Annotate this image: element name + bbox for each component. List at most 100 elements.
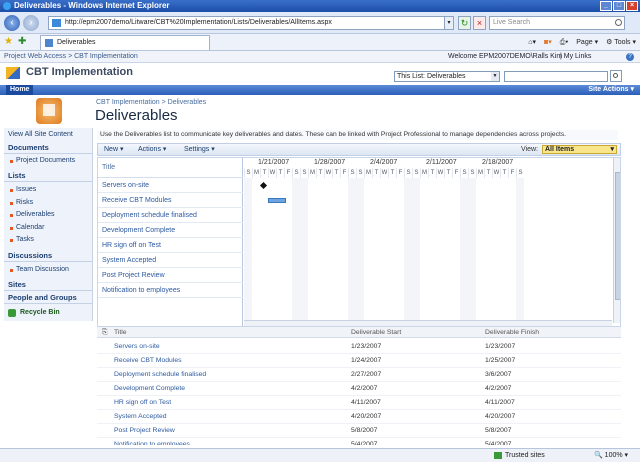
- page-menu-label: Page: [576, 39, 593, 46]
- table-row[interactable]: Post Project Review 5/8/2007 5/8/2007: [97, 424, 621, 438]
- nav-item-risks[interactable]: Risks: [8, 198, 33, 208]
- gantt-task-list: Title Servers on-site Receive CBT Modules…: [98, 158, 243, 326]
- favorites-star-icon[interactable]: ★: [4, 36, 13, 48]
- row-title[interactable]: Receive CBT Modules: [114, 354, 182, 368]
- tab-title: Deliverables: [57, 39, 96, 46]
- gantt-milestone[interactable]: [259, 181, 268, 190]
- table-row[interactable]: Notification to employees 5/4/2007 5/4/200…: [97, 438, 621, 445]
- actions-menu-label: Actions: [138, 146, 161, 153]
- url-dropdown-icon[interactable]: ▾: [444, 16, 454, 30]
- gantt-vertical-scrollbar[interactable]: [613, 158, 620, 323]
- gantt-title-header[interactable]: Title: [98, 158, 243, 178]
- gantt-day-label: F: [452, 168, 460, 178]
- search-scope-select[interactable]: This List: Deliverables ▼: [394, 71, 500, 82]
- column-title[interactable]: Title: [114, 327, 127, 338]
- table-row[interactable]: Servers on-site 1/23/2007 1/23/2007: [97, 340, 621, 354]
- status-bar: Trusted sites 🔍 100% ▾: [0, 448, 640, 462]
- table-row[interactable]: Receive CBT Modules 1/24/2007 1/25/2007: [97, 354, 621, 368]
- view-all-site-content-link[interactable]: View All Site Content: [4, 130, 93, 140]
- row-title[interactable]: HR sign off on Test: [114, 396, 171, 410]
- gantt-day-label: W: [324, 168, 332, 178]
- row-title[interactable]: Servers on-site: [114, 340, 160, 354]
- nav-item-team-discussion[interactable]: Team Discussion: [8, 265, 69, 275]
- site-title[interactable]: CBT Implementation: [26, 66, 133, 78]
- actions-menu[interactable]: Actions ▾: [138, 144, 166, 155]
- column-deliverable-finish[interactable]: Deliverable Finish: [485, 327, 539, 338]
- nav-item-deliverables[interactable]: Deliverables: [8, 210, 55, 220]
- gantt-row[interactable]: System Accepted: [98, 253, 243, 268]
- gantt-view: Title Servers on-site Receive CBT Modules…: [97, 157, 621, 327]
- window-controls: _ □ ×: [600, 1, 638, 11]
- global-breadcrumb[interactable]: Project Web Access > CBT Implementation: [4, 51, 138, 63]
- scrollbar-thumb[interactable]: [615, 172, 620, 300]
- recycle-bin-link[interactable]: Recycle Bin: [8, 307, 60, 319]
- feeds-icon[interactable]: ◙▾: [544, 37, 552, 48]
- gantt-row[interactable]: Post Project Review: [98, 268, 243, 283]
- row-title[interactable]: Deployment schedule finalised: [114, 368, 206, 382]
- row-title[interactable]: Notification to employees: [114, 438, 190, 445]
- table-row[interactable]: HR sign off on Test 4/11/2007 4/11/2007: [97, 396, 621, 410]
- search-icon: [613, 73, 618, 78]
- gantt-row[interactable]: Deployment schedule finalised: [98, 208, 243, 223]
- nav-item-tasks[interactable]: Tasks: [8, 235, 34, 245]
- gantt-row[interactable]: Servers on-site: [98, 178, 243, 193]
- minimize-button[interactable]: _: [600, 1, 612, 11]
- print-icon[interactable]: ⎙▾: [560, 37, 569, 48]
- help-icon[interactable]: ?: [626, 53, 634, 61]
- nav-item-project-documents[interactable]: Project Documents: [8, 156, 75, 166]
- gantt-horizontal-scrollbar[interactable]: [244, 320, 612, 326]
- site-search-button[interactable]: [610, 70, 622, 82]
- table-row[interactable]: Development Complete 4/2/2007 4/2/2007: [97, 382, 621, 396]
- back-button[interactable]: ‹: [4, 15, 20, 31]
- column-deliverable-start[interactable]: Deliverable Start: [351, 327, 401, 338]
- site-search-input[interactable]: [504, 71, 608, 82]
- table-row[interactable]: System Accepted 4/20/2007 4/20/2007: [97, 410, 621, 424]
- browser-tab[interactable]: Deliverables: [40, 35, 210, 50]
- row-title[interactable]: System Accepted: [114, 410, 167, 424]
- new-menu[interactable]: New ▾: [104, 144, 123, 155]
- search-scope-value: This List: Deliverables: [397, 73, 466, 80]
- gantt-day-label: M: [252, 168, 259, 178]
- search-icon[interactable]: [615, 19, 622, 26]
- tab-home[interactable]: Home: [6, 85, 34, 95]
- row-title[interactable]: Development Complete: [114, 382, 185, 396]
- chevron-down-icon: ▼: [491, 72, 499, 81]
- stop-icon[interactable]: ×: [473, 16, 486, 30]
- settings-menu[interactable]: Settings ▾: [184, 144, 215, 155]
- nav-heading-people-groups[interactable]: People and Groups: [4, 292, 93, 304]
- table-row[interactable]: Deployment schedule finalised 2/27/2007 3/…: [97, 368, 621, 382]
- welcome-menu[interactable]: Welcome EPM2007DEMO\Ralls Kim: [448, 51, 562, 63]
- gantt-row[interactable]: Receive CBT Modules: [98, 193, 243, 208]
- close-window-button[interactable]: ×: [626, 1, 638, 11]
- url-field[interactable]: http://epm2007demo/Litware/CBT%20Impleme…: [48, 16, 453, 30]
- view-selector[interactable]: All Items ▾: [542, 145, 617, 154]
- gantt-task-bar[interactable]: [268, 198, 286, 203]
- nav-heading-discussions[interactable]: Discussions: [4, 250, 93, 262]
- gantt-day-label: T: [260, 168, 268, 178]
- gantt-row[interactable]: Notification to employees: [98, 283, 243, 298]
- nav-heading-documents[interactable]: Documents: [4, 142, 93, 154]
- row-title[interactable]: Post Project Review: [114, 424, 175, 438]
- maximize-button[interactable]: □: [613, 1, 625, 11]
- nav-heading-lists[interactable]: Lists: [4, 170, 93, 182]
- zoom-level[interactable]: 🔍 100% ▾: [594, 449, 628, 462]
- gantt-day-label: T: [500, 168, 508, 178]
- live-search-input[interactable]: Live Search: [489, 16, 625, 30]
- site-actions-menu[interactable]: Site Actions ▾: [588, 85, 634, 95]
- page-menu[interactable]: Page ▾: [576, 37, 598, 48]
- nav-item-calendar[interactable]: Calendar: [8, 223, 44, 233]
- gantt-row[interactable]: HR sign off on Test: [98, 238, 243, 253]
- breadcrumb[interactable]: CBT Implementation > Deliverables: [96, 99, 206, 106]
- settings-menu-label: Settings: [184, 146, 210, 153]
- add-favorites-icon[interactable]: ✚: [18, 36, 26, 48]
- row-finish-date: 1/23/2007: [485, 343, 516, 350]
- nav-heading-sites[interactable]: Sites: [4, 279, 93, 291]
- refresh-icon[interactable]: ↻: [458, 16, 471, 30]
- gantt-row[interactable]: Development Complete: [98, 223, 243, 238]
- my-links-menu[interactable]: | My Links: [560, 51, 591, 63]
- nav-item-issues[interactable]: Issues: [8, 185, 36, 195]
- home-icon[interactable]: ⌂▾: [528, 37, 536, 48]
- tools-menu[interactable]: ⚙ Tools ▾: [606, 37, 636, 48]
- gantt-day-label: F: [396, 168, 404, 178]
- forward-button[interactable]: ›: [23, 15, 39, 31]
